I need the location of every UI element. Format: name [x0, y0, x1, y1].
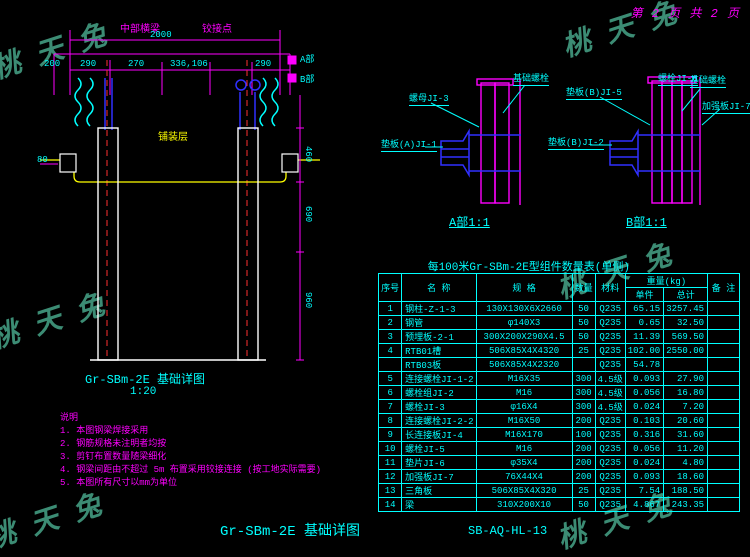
note-3: 3. 剪钉布置数量随梁细化 — [60, 451, 321, 464]
detB-l1: 垫板(B)JI-5 — [566, 88, 622, 100]
dim-top-total: 2000 — [150, 30, 172, 40]
table-row: 1钢柱-Z-1-3130X130X6X266050Q23565.153257.4… — [379, 302, 740, 316]
dim-h1: 80 — [37, 155, 48, 165]
main-elevation-view: 中部横梁 铰接点 2000 200 290 270 336,106 290 A部… — [0, 0, 400, 390]
bom-h-wtotal: 总计 — [664, 288, 708, 302]
label-wave: 铺装层 — [158, 128, 188, 144]
dim-top-c: 336,106 — [170, 59, 208, 69]
table-row: 6螺栓组JI-2M163004.5级0.05616.80 — [379, 386, 740, 400]
table-row: 2钢管φ140X350Q2350.6532.50 — [379, 316, 740, 330]
bom-h-note: 备 注 — [708, 274, 740, 302]
table-row: 13三角板506X85X4X32025Q2357.54188.50 — [379, 484, 740, 498]
detB-l4: 基础螺栓 — [690, 76, 726, 88]
label-A: A部 — [300, 52, 314, 65]
table-row: 7螺栓JI-3φ16X43004.5级0.0247.20 — [379, 400, 740, 414]
detA-l1: 螺母JI-3 — [409, 94, 449, 106]
detB-l3: 垫板(B)JI-2 — [548, 138, 604, 150]
note-5: 5. 本图所有尺寸以mm为单位 — [60, 477, 321, 490]
dim-top-d: 290 — [255, 59, 271, 69]
label-B: B部 — [300, 72, 314, 85]
detB-l5: 加强板JI-7 — [702, 102, 750, 114]
table-row: 5连接螺栓JI-1-2M16X353004.5级0.09327.90 — [379, 372, 740, 386]
detail-view-B: 垫板(B)JI-5 螺栓JI-6 垫板(B)JI-2 基础螺栓 加强板JI-7 … — [560, 55, 745, 225]
dim-side-b: 690 — [303, 206, 313, 222]
dim-note-top-b: 铰接点 — [202, 20, 232, 36]
table-row: 3预埋板-2-1300X200X290X4.550Q23511.39569.50 — [379, 330, 740, 344]
dim-top-b: 270 — [128, 59, 144, 69]
bom-h-seq: 序号 — [379, 274, 402, 302]
detail-B-title: B部1:1 — [626, 213, 667, 230]
note-2: 2. 钢筋规格未注明者均按 — [60, 438, 321, 451]
bom-title: 每100米Gr-SBm-2E型组件数量表(单侧) — [428, 258, 630, 274]
dim-top-a: 290 — [80, 59, 96, 69]
bom-table: 序号 名 称 规 格 数量 材料 重量(kg) 备 注 单件 总计 1钢柱-Z-… — [378, 273, 740, 512]
bom-h-weach: 单件 — [625, 288, 663, 302]
detA-l2: 基础螺栓 — [513, 74, 549, 86]
main-view-title: Gr-SBm-2E 基础详图 — [85, 370, 205, 387]
bom-h-spec: 规 格 — [476, 274, 572, 302]
main-view-scale: 1:20 — [130, 386, 156, 398]
table-row: RTB03板506X85X4X2320Q23554.78 — [379, 358, 740, 372]
bom-h-qty: 数量 — [572, 274, 595, 302]
table-row: 14梁310X200X1050Q2354.867243.35 — [379, 498, 740, 512]
bom-h-wgrp: 重量(kg) — [625, 274, 707, 288]
note-1: 1. 本图钢梁焊接采用 — [60, 425, 321, 438]
detail-view-A: 螺母JI-3 基础螺栓 垫板(A)JI-1 A部1:1 — [395, 55, 570, 225]
bom-h-name: 名 称 — [402, 274, 476, 302]
table-row: 12加强板JI-776X44X4200Q2350.09318.60 — [379, 470, 740, 484]
drawing-number: SB-AQ-HL-13 — [468, 524, 547, 538]
bom-h-mat: 材料 — [595, 274, 625, 302]
table-row: 4RTB01槽506X85X4X432025Q235102.002550.00 — [379, 344, 740, 358]
watermark: 桃 天 兔 — [0, 483, 106, 557]
notes-block: 说明 1. 本图钢梁焊接采用 2. 钢筋规格未注明者均按 3. 剪钉布置数量随梁… — [60, 412, 321, 490]
page-number: 第 2 页 共 2 页 — [631, 4, 740, 21]
detail-A-title: A部1:1 — [449, 213, 490, 230]
note-4: 4. 钢梁间距由不超过 5m 布置采用铰接连接 (按工地实际需要) — [60, 464, 321, 477]
footer-title: Gr-SBm-2E 基础详图 — [220, 520, 360, 540]
dim-side-a: 460 — [303, 146, 313, 162]
table-row: 10螺栓JI-5M16200Q2350.05611.20 — [379, 442, 740, 456]
detA-l3: 垫板(A)JI-1 — [381, 140, 437, 152]
table-row: 8连接螺栓JI-2-2M16X50200Q2350.10320.60 — [379, 414, 740, 428]
dim-top-left: 200 — [44, 59, 60, 69]
notes-head: 说明 — [60, 412, 321, 425]
dim-side-c: 960 — [303, 292, 313, 308]
table-row: 9长连接板JI-4M16X170100Q2350.31631.60 — [379, 428, 740, 442]
table-row: 11垫片JI-6φ35X4200Q2350.0244.80 — [379, 456, 740, 470]
